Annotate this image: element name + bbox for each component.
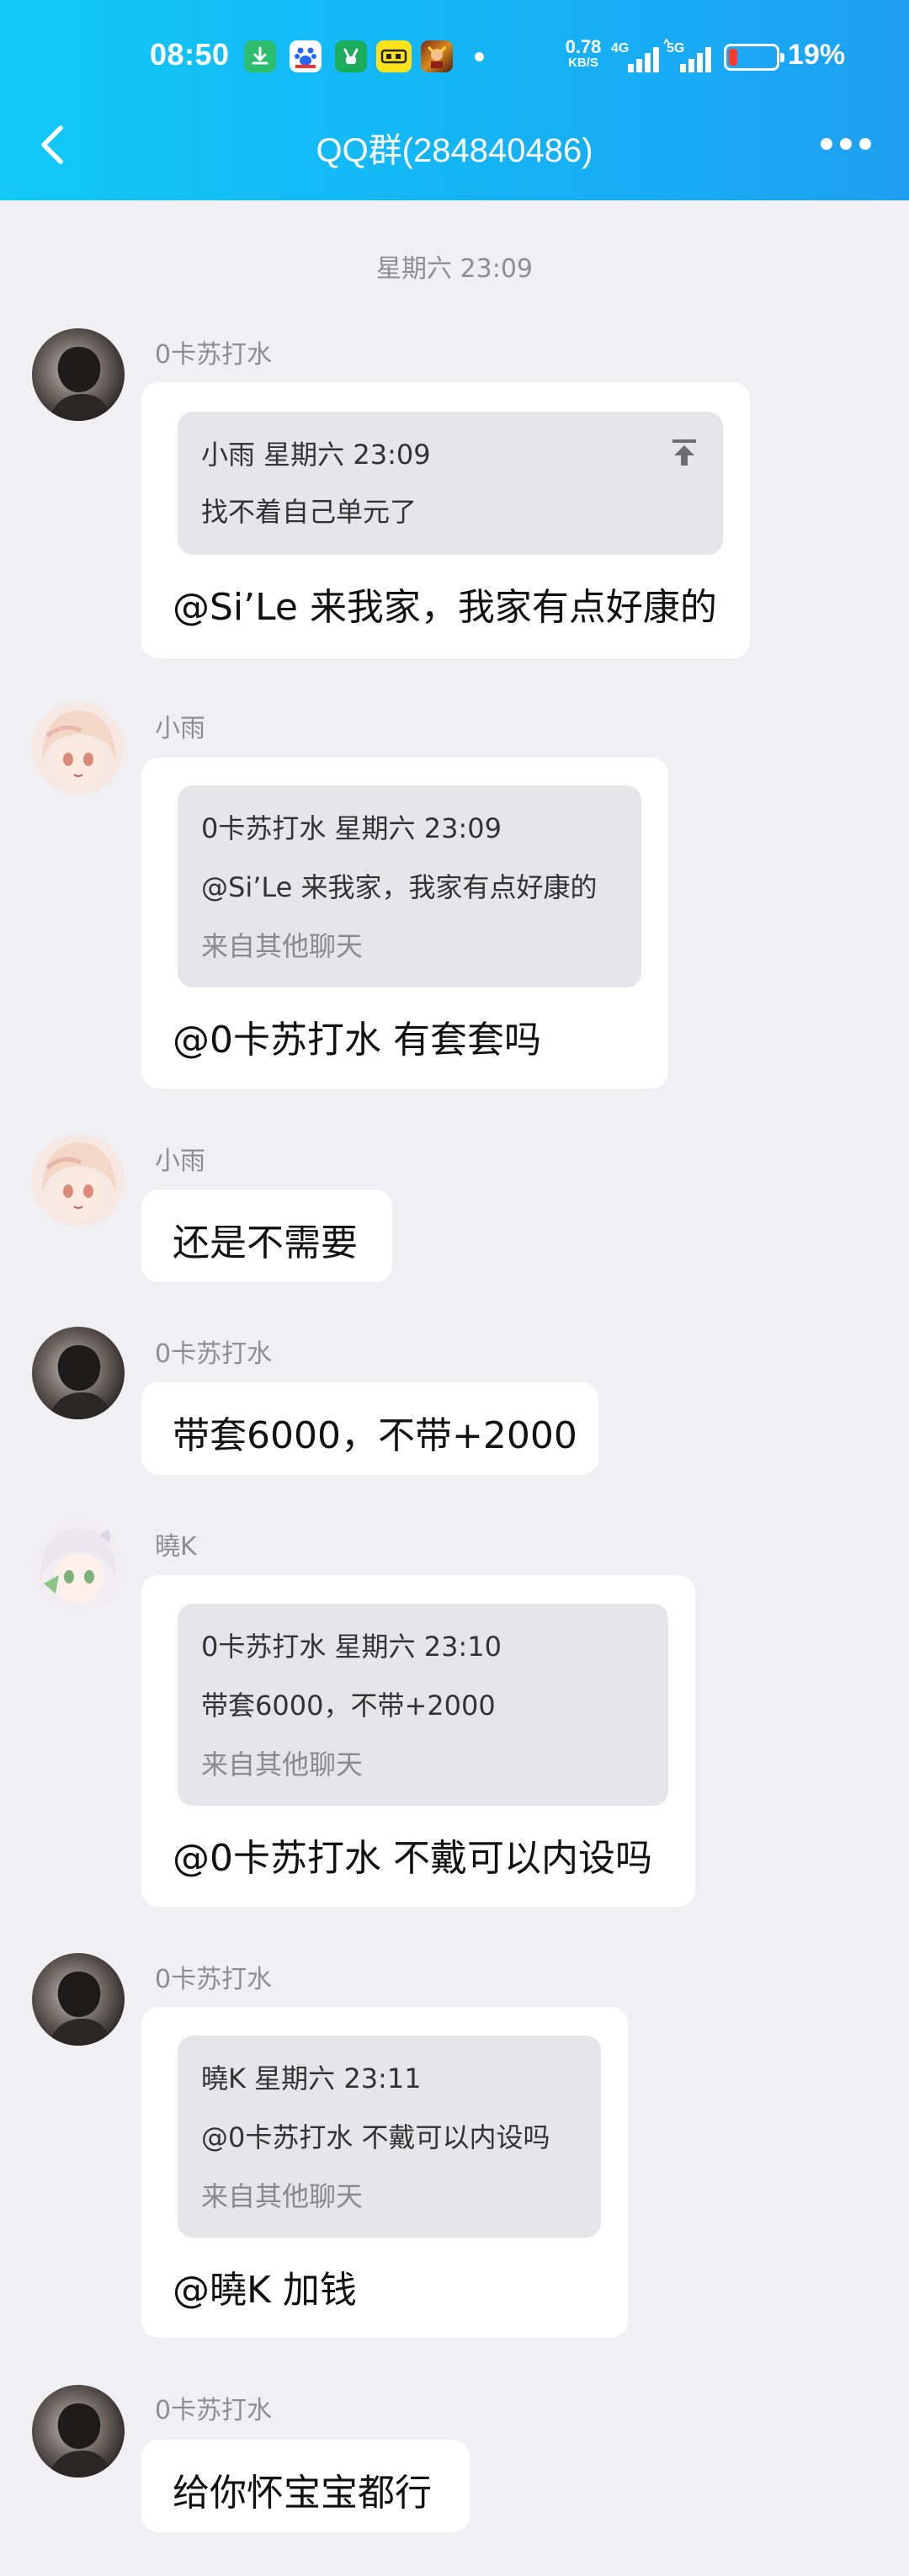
message-bubble[interactable]: 0卡苏打水 星期六 23:09 @Si’Le 来我家，我家有点好康的 来自其他聊… [141,758,668,1088]
avatar[interactable] [32,702,125,795]
message-bubble[interactable]: 小雨 星期六 23:09 找不着自己单元了 @Si’Le 来我家，我家有点好康的 [141,382,750,658]
quoted-message[interactable]: 曉K 星期六 23:11 @0卡苏打水 不戴可以内设吗 来自其他聊天 [178,2036,601,2238]
message-bubble[interactable]: 带套6000，不带+2000 [141,1382,598,1475]
message-text: @0卡苏打水 不戴可以内设吗 [173,1837,652,1880]
sender-name: 小雨 [155,714,205,743]
quote-text: 找不着自己单元了 [201,496,417,528]
header: 08:50 0.78 KB/S 4G 5G 19% QQ群(284840486) [0,0,909,200]
quote-text: @0卡苏打水 不戴可以内设吗 [201,2121,550,2153]
message-bubble[interactable]: 给你怀宝宝都行 [141,2440,470,2532]
battery-percent: 19% [788,39,846,71]
more-notifications-dot [475,52,484,61]
sender-name: 曉K [155,1532,197,1562]
message-text: @曉K 加钱 [173,2269,357,2312]
quote-header: 曉K 星期六 23:11 [201,2062,422,2094]
message-bubble[interactable]: 曉K 星期六 23:11 @0卡苏打水 不戴可以内设吗 来自其他聊天 @曉K 加… [141,2007,628,2338]
avatar[interactable] [32,1520,125,1612]
battery-level-fill [729,49,737,66]
battery-icon [724,44,784,71]
quoted-message[interactable]: 0卡苏打水 星期六 23:10 带套6000，不带+2000 来自其他聊天 [178,1604,668,1806]
quote-text: 带套6000，不带+2000 [201,1690,496,1722]
avatar[interactable] [32,1134,125,1227]
message-text: @Si’Le 来我家，我家有点好康的 [173,586,717,629]
avatar[interactable] [32,1953,125,2046]
status-time: 08:50 [150,37,230,72]
message-text: 还是不需要 [173,1221,358,1264]
app-icon [376,40,412,72]
message-text: 给你怀宝宝都行 [173,2472,432,2515]
quote-source: 来自其他聊天 [201,1748,364,1780]
status-bar: 08:50 0.78 KB/S 4G 5G 19% [0,0,909,118]
sender-name: 0卡苏打水 [155,1339,273,1369]
quote-source: 来自其他聊天 [201,2180,364,2212]
sender-name: 小雨 [155,1147,205,1176]
baidu-icon [290,40,322,72]
sender-name: 0卡苏打水 [155,2396,273,2425]
sender-name: 0卡苏打水 [155,340,273,370]
jump-to-message-icon[interactable] [667,435,701,469]
signal-4g-icon: 4G [611,41,659,72]
svg-text:4G: 4G [611,41,629,56]
quote-text: @Si’Le 来我家，我家有点好康的 [201,871,598,903]
quoted-message[interactable]: 0卡苏打水 星期六 23:09 @Si’Le 来我家，我家有点好康的 来自其他聊… [178,785,641,987]
quote-header: 小雨 星期六 23:09 [201,439,431,471]
message-bubble[interactable]: 0卡苏打水 星期六 23:10 带套6000，不带+2000 来自其他聊天 @0… [141,1575,695,1907]
avatar[interactable] [32,1327,125,1419]
message-bubble[interactable]: 还是不需要 [141,1190,392,1282]
message-text: @0卡苏打水 有套套吗 [173,1019,541,1062]
quote-header: 0卡苏打水 星期六 23:09 [201,812,502,844]
more-options-button[interactable] [818,130,874,158]
chat-timestamp: 星期六 23:09 [376,254,533,284]
sender-name: 0卡苏打水 [155,1965,273,1994]
quoted-message[interactable]: 小雨 星期六 23:09 找不着自己单元了 [178,412,723,555]
avatar[interactable] [32,2385,125,2478]
quote-header: 0卡苏打水 星期六 23:10 [201,1631,502,1663]
quote-source: 来自其他聊天 [201,930,364,962]
avatar[interactable] [32,328,125,421]
chat-title: QQ群(284840486) [316,132,593,169]
download-icon [244,40,276,72]
game-icon [335,40,367,72]
game-avatar-icon [421,40,453,72]
message-text: 带套6000，不带+2000 [173,1414,577,1457]
signal-5g-icon: 5G [663,39,711,72]
network-speed: 0.78 KB/S [565,36,602,71]
